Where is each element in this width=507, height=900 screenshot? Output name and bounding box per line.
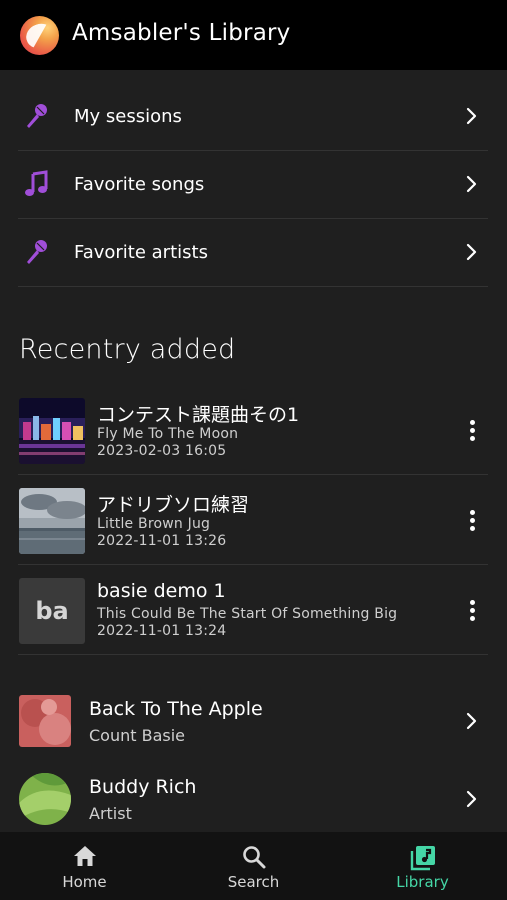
tab-search[interactable]: Search: [169, 832, 338, 900]
recent-item-song: This Could Be The Start Of Something Big: [97, 606, 398, 622]
recent-item-title: コンテスト課題曲その1: [97, 404, 300, 426]
thumbnail-initials: ba: [35, 597, 69, 625]
album-art-thumbnail: [19, 695, 71, 747]
tab-label: Library: [396, 873, 449, 891]
more-options-icon[interactable]: [470, 420, 476, 444]
artist-avatar: [19, 773, 71, 825]
app-header: Amsabler's Library: [0, 0, 507, 70]
recent-item-title: basie demo 1: [97, 580, 226, 602]
night-city-thumbnail: [19, 398, 85, 464]
recent-item[interactable]: アドリブソロ練習 Little Brown Jug 2022-11-01 13:…: [18, 476, 488, 565]
nav-label: Favorite artists: [74, 241, 208, 263]
chevron-right-icon: [466, 107, 477, 125]
nav-row-favorite-songs[interactable]: Favorite songs: [18, 150, 488, 219]
chevron-right-icon: [466, 175, 477, 193]
user-avatar[interactable]: [20, 16, 59, 55]
search-icon: [242, 846, 265, 869]
tab-bar: Home Search Library: [0, 832, 507, 900]
chevron-right-icon: [466, 243, 477, 261]
chevron-right-icon: [466, 712, 477, 730]
album-artist: Count Basie: [89, 726, 186, 745]
nav-row-favorite-artists[interactable]: Favorite artists: [18, 218, 488, 287]
tab-home[interactable]: Home: [0, 832, 169, 900]
recent-item-song: Little Brown Jug: [97, 516, 211, 532]
more-options-icon[interactable]: [470, 600, 476, 624]
recent-item-title: アドリブソロ練習: [97, 494, 250, 516]
artist-name: Buddy Rich: [89, 776, 197, 798]
nav-label: My sessions: [74, 105, 182, 127]
recent-item[interactable]: コンテスト課題曲その1 Fly Me To The Moon 2023-02-0…: [18, 386, 488, 475]
album-title: Back To The Apple: [89, 698, 263, 720]
music-note-icon: [18, 170, 66, 198]
artist-type: Artist: [89, 804, 132, 823]
recent-item-date: 2023-02-03 16:05: [97, 443, 227, 459]
page-title: Amsabler's Library: [72, 20, 291, 46]
album-item[interactable]: Back To The Apple Count Basie: [18, 688, 488, 754]
tab-label: Home: [62, 873, 107, 891]
nav-row-my-sessions[interactable]: My sessions: [18, 82, 488, 151]
microphone-icon: [18, 238, 66, 266]
section-title: Recentry added: [19, 334, 236, 365]
tab-library[interactable]: Library: [338, 832, 507, 900]
home-icon: [73, 846, 96, 866]
recent-item-date: 2022-11-01 13:26: [97, 533, 227, 549]
nav-label: Favorite songs: [74, 173, 205, 195]
recent-item-date: 2022-11-01 13:24: [97, 623, 227, 639]
library-icon: [410, 846, 435, 871]
microphone-icon: [18, 102, 66, 130]
recent-item-song: Fly Me To The Moon: [97, 426, 239, 442]
recent-item[interactable]: ba basie demo 1 This Could Be The Start …: [18, 566, 488, 655]
artist-item[interactable]: Buddy Rich Artist: [18, 766, 488, 832]
more-options-icon[interactable]: [470, 510, 476, 534]
cloudy-sea-thumbnail: [19, 488, 85, 554]
initials-thumbnail: ba: [19, 578, 85, 644]
tab-label: Search: [227, 873, 280, 891]
chevron-right-icon: [466, 790, 477, 808]
